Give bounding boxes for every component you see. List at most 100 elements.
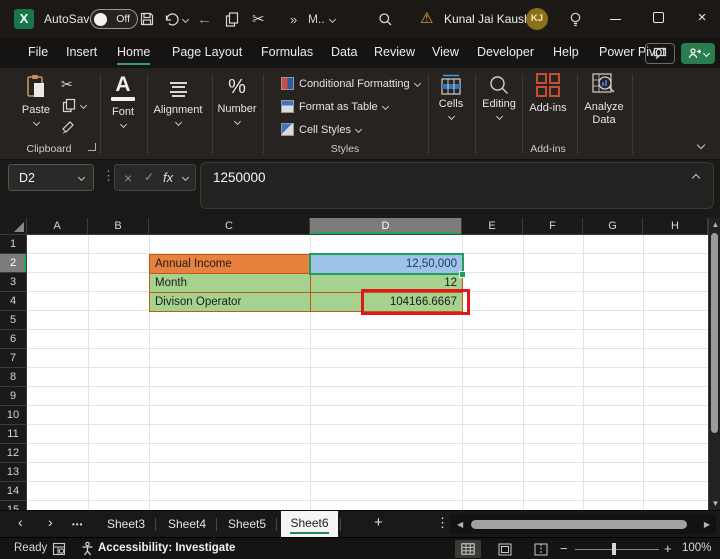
row-header-10[interactable]: 10 [0, 406, 27, 425]
accessibility-checker-button[interactable] [80, 541, 95, 556]
column-header-h[interactable]: H [643, 218, 708, 235]
tab-help[interactable]: Help [553, 45, 579, 59]
normal-view-button[interactable] [455, 540, 481, 558]
row-header-9[interactable]: 9 [0, 387, 27, 406]
scroll-down-icon[interactable]: ▼ [712, 499, 720, 508]
tab-view[interactable]: View [432, 45, 459, 59]
undo-button[interactable] [163, 8, 190, 30]
tab-page-layout[interactable]: Page Layout [172, 45, 242, 59]
format-painter-button[interactable] [61, 120, 77, 135]
sheet-next-icon[interactable]: › [48, 514, 53, 530]
lightbulb-button[interactable] [568, 8, 583, 30]
close-button[interactable]: × [695, 10, 709, 25]
copy-button[interactable] [224, 8, 240, 30]
row-header-7[interactable]: 7 [0, 349, 27, 368]
page-break-view-button[interactable] [528, 540, 554, 558]
name-box[interactable]: D2 [8, 164, 94, 191]
cancel-icon[interactable]: × [124, 170, 132, 186]
collapse-formula-bar-icon[interactable] [691, 173, 701, 183]
copy-button-ribbon[interactable] [62, 98, 88, 113]
number-group-button[interactable]: % Number [213, 74, 261, 127]
font-group-button[interactable]: A Font [101, 74, 145, 130]
minimize-button[interactable] [608, 11, 622, 25]
insert-function-icon[interactable]: fx [163, 170, 173, 185]
zoom-slider-thumb[interactable] [612, 543, 616, 555]
fill-handle[interactable] [459, 271, 466, 278]
row-header-4[interactable]: 4 [0, 292, 27, 311]
select-all-corner[interactable] [0, 218, 27, 235]
tab-formulas[interactable]: Formulas [261, 45, 313, 59]
qat-overflow-button[interactable]: » [290, 8, 297, 30]
avatar[interactable]: KJ [526, 8, 548, 30]
cell-d4[interactable]: 104166.6667 [310, 292, 463, 312]
zoom-in-button[interactable]: + [664, 541, 672, 556]
vertical-scroll-thumb[interactable] [711, 233, 718, 433]
sheet-list-icon[interactable]: ••• [72, 520, 83, 529]
column-header-b[interactable]: B [88, 218, 149, 235]
clipboard-dialog-launcher-icon[interactable] [88, 143, 96, 151]
back-arrow-icon[interactable]: ← [197, 8, 212, 30]
addins-button[interactable]: Add-ins [523, 72, 573, 114]
column-header-f[interactable]: F [523, 218, 583, 235]
cell-d2[interactable]: 12,50,000 [310, 254, 463, 274]
tab-insert[interactable]: Insert [66, 45, 97, 59]
tab-review[interactable]: Review [374, 45, 415, 59]
zoom-slider-track[interactable] [575, 548, 659, 550]
sheet-tab-sheet6-active[interactable]: Sheet6 [281, 511, 338, 538]
sheet-tab-sheet5[interactable]: Sheet5 [228, 517, 266, 531]
document-menu[interactable]: M.. [308, 8, 336, 30]
row-header-15[interactable]: 15 [0, 501, 27, 510]
cell-c4[interactable]: Divison Operator [149, 292, 311, 312]
search-button[interactable] [378, 8, 393, 30]
row-header-5[interactable]: 5 [0, 311, 27, 330]
formula-bar-input[interactable]: 1250000 [200, 162, 714, 209]
cells-group-button[interactable]: Cells [429, 74, 473, 122]
row-header-12[interactable]: 12 [0, 444, 27, 463]
conditional-formatting-button[interactable]: Conditional Formatting [281, 77, 421, 90]
undo-dropdown-icon[interactable] [181, 15, 190, 23]
comments-button[interactable] [645, 43, 675, 64]
warning-icon[interactable]: ⚠ [420, 9, 433, 27]
column-header-e[interactable]: E [462, 218, 523, 235]
tab-developer[interactable]: Developer [477, 45, 534, 59]
tab-home[interactable]: Home [117, 45, 151, 65]
excel-app-icon[interactable]: X [14, 9, 34, 29]
vertical-scrollbar[interactable]: ▲ ▼ [708, 218, 720, 510]
sheet-options-icon[interactable]: ⋮ [436, 515, 449, 531]
enter-icon[interactable]: ✓ [144, 170, 154, 184]
column-header-c[interactable]: C [149, 218, 310, 235]
cell-c3[interactable]: Month [149, 273, 311, 293]
row-header-14[interactable]: 14 [0, 482, 27, 501]
sheet-tab-sheet4[interactable]: Sheet4 [168, 517, 206, 531]
tab-file[interactable]: File [28, 45, 48, 59]
collapse-ribbon-icon[interactable] [696, 140, 706, 150]
share-button[interactable] [681, 43, 715, 64]
cell-c2[interactable]: Annual Income [149, 254, 311, 274]
row-header-2[interactable]: 2 [0, 254, 27, 273]
horizontal-scrollbar[interactable]: ◀ ▶ [450, 514, 716, 534]
zoom-out-button[interactable]: − [560, 541, 568, 556]
editing-group-button[interactable]: Editing [476, 74, 522, 122]
format-as-table-button[interactable]: Format as Table [281, 100, 389, 113]
row-header-8[interactable]: 8 [0, 368, 27, 387]
page-layout-view-button[interactable] [492, 540, 518, 558]
save-button[interactable] [139, 8, 155, 30]
row-header-1[interactable]: 1 [0, 235, 27, 254]
paste-button[interactable]: Paste [14, 74, 58, 128]
column-header-a[interactable]: A [27, 218, 88, 235]
column-header-d[interactable]: D [310, 218, 462, 235]
row-header-3[interactable]: 3 [0, 273, 27, 292]
scroll-left-icon[interactable]: ◀ [457, 520, 463, 529]
sheet-prev-icon[interactable]: ‹ [18, 514, 23, 530]
add-sheet-button[interactable]: + [374, 514, 383, 531]
row-header-6[interactable]: 6 [0, 330, 27, 349]
row-header-11[interactable]: 11 [0, 425, 27, 444]
sheet-tab-sheet3[interactable]: Sheet3 [107, 517, 145, 531]
maximize-button[interactable] [651, 11, 665, 25]
analyze-data-button[interactable]: Analyze Data [578, 72, 630, 127]
alignment-group-button[interactable]: Alignment [148, 74, 208, 128]
cell-d3[interactable]: 12 [310, 273, 463, 293]
autosave-toggle[interactable]: Off [90, 9, 138, 29]
tab-data[interactable]: Data [331, 45, 357, 59]
column-header-g[interactable]: G [583, 218, 643, 235]
